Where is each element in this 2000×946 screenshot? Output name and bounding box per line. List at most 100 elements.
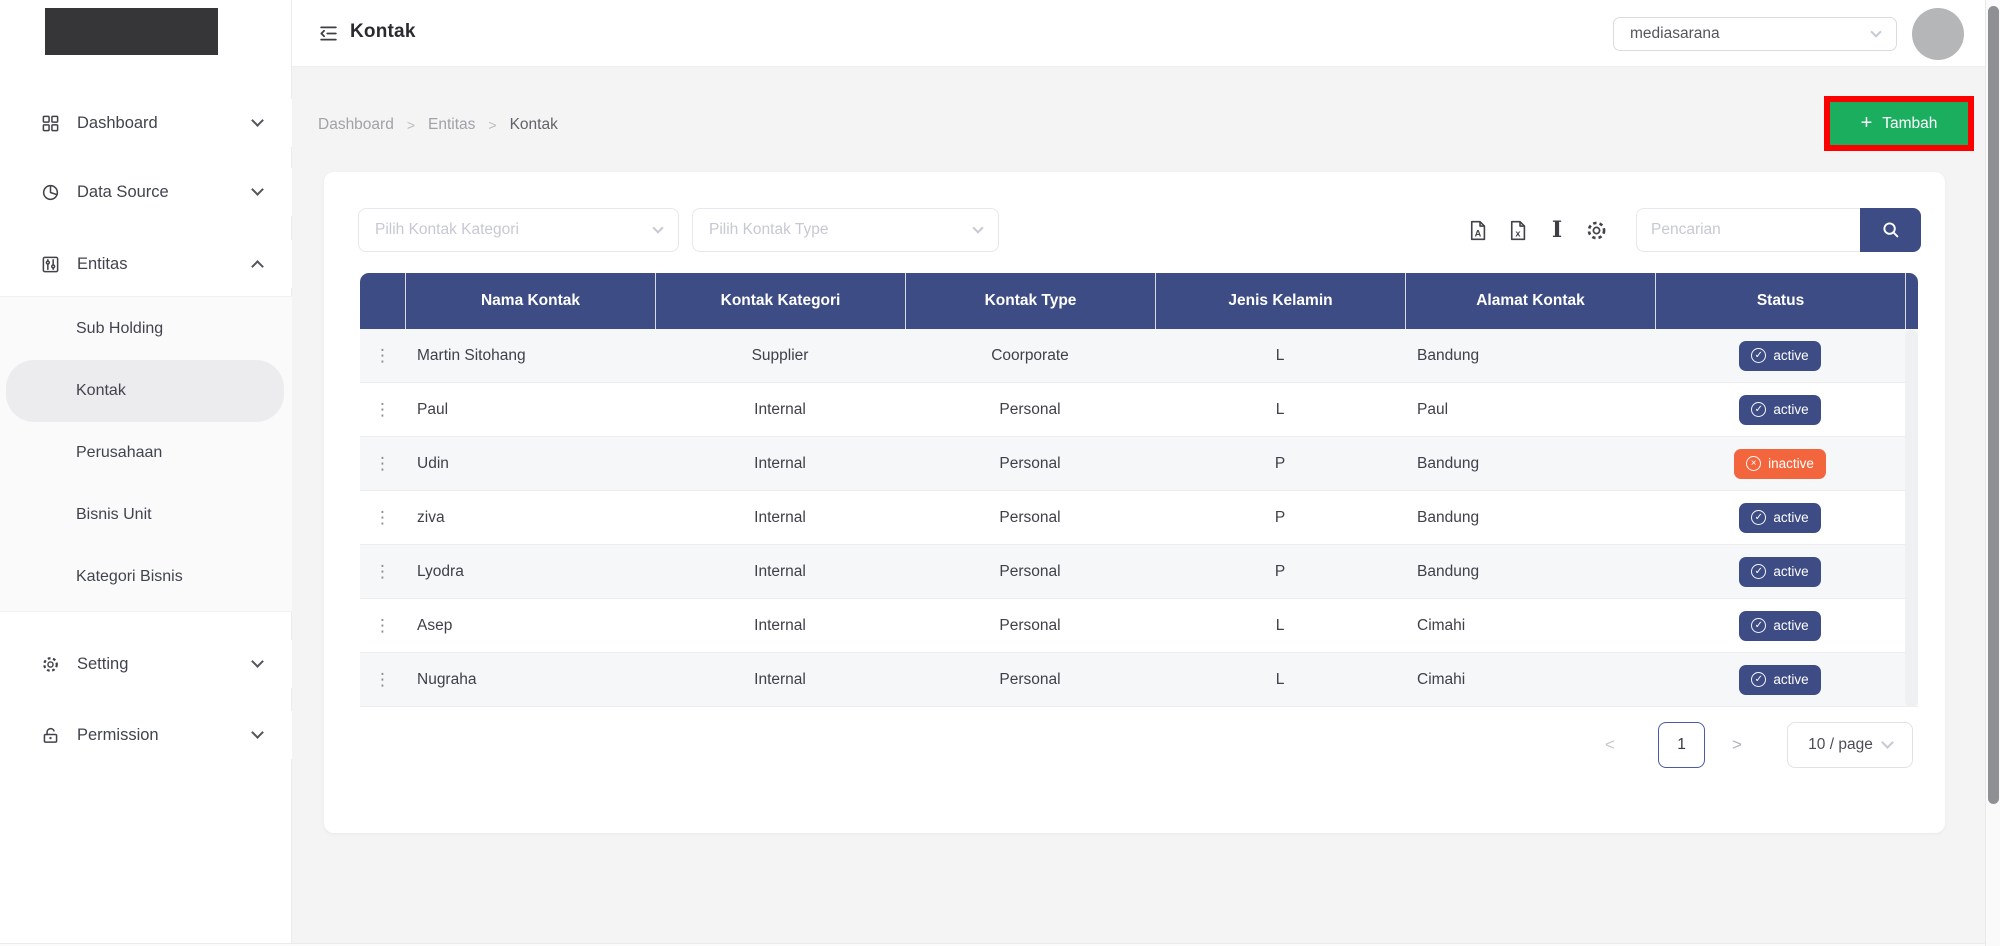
row-cell-name: ziva xyxy=(405,491,655,544)
row-cell-gender: L xyxy=(1155,329,1405,382)
row-cell-handle: ⋮ xyxy=(360,653,405,706)
status-badge: ✓ active xyxy=(1739,611,1820,641)
row-cell-name: Asep xyxy=(405,599,655,652)
file-excel-icon[interactable]: x xyxy=(1503,216,1531,244)
sidebar-item-label: Permission xyxy=(77,726,236,745)
status-badge-label: active xyxy=(1773,402,1808,417)
table-header-cell: Nama Kontak xyxy=(405,273,655,329)
pagination-page-1[interactable]: 1 xyxy=(1658,722,1705,768)
row-cell-gender: P xyxy=(1155,545,1405,598)
chevron-down-icon xyxy=(251,114,264,127)
main-area: Kontak mediasarana Dashboard>Entitas>Kon… xyxy=(292,0,2000,946)
row-cell-type: Personal xyxy=(905,653,1155,706)
row-cell-gender: P xyxy=(1155,491,1405,544)
status-badge-label: active xyxy=(1773,510,1808,525)
status-badge: ✓active xyxy=(1739,395,1820,425)
sidebar-subitem-bisnis-unit[interactable]: Bisnis Unit xyxy=(6,484,284,546)
pagination-page-size-select[interactable]: 10 / page xyxy=(1787,722,1913,768)
status-badge: ✓active xyxy=(1739,341,1820,371)
sidebar-item-dashboard[interactable]: Dashboard xyxy=(0,99,292,147)
row-cell-handle: ⋮ xyxy=(360,329,405,382)
filter-kontak-type-select[interactable]: Pilih Kontak Type xyxy=(692,208,999,252)
sidebar-subitem-perusahaan[interactable]: Perusahaan xyxy=(6,422,284,484)
file-pdf-icon[interactable]: A xyxy=(1463,216,1491,244)
sidebar: Dashboard Data Source Entitas Setting Permis… xyxy=(0,0,292,943)
drag-handle-icon[interactable]: ⋮ xyxy=(374,563,391,580)
app-logo xyxy=(45,8,218,55)
column-height-icon[interactable]: I xyxy=(1543,216,1571,244)
row-cell-alamat: Cimahi xyxy=(1405,653,1655,706)
pagination-prev-button[interactable]: < xyxy=(1595,722,1625,768)
chevron-down-icon xyxy=(1881,736,1894,749)
sidebar-submenu: Sub HoldingKontakPerusahaanBisnis UnitKa… xyxy=(0,296,292,612)
row-cell-name: Nugraha xyxy=(405,653,655,706)
row-cell-kategori: Internal xyxy=(655,545,905,598)
status-badge-label: active xyxy=(1773,348,1808,363)
table-row: ⋮PaulInternalPersonalLPaul✓active xyxy=(360,383,1918,437)
drag-handle-icon[interactable]: ⋮ xyxy=(374,455,391,472)
row-cell-gender: L xyxy=(1155,653,1405,706)
table-row: ⋮zivaInternalPersonalPBandung✓active xyxy=(360,491,1918,545)
workspace-select-value: mediasarana xyxy=(1630,25,1720,43)
sidebar-item-setting[interactable]: Setting xyxy=(0,640,292,688)
row-cell-kategori: Internal xyxy=(655,653,905,706)
row-cell-kategori: Internal xyxy=(655,491,905,544)
status-badge-label: active xyxy=(1773,618,1808,633)
table-header-cell: Kontak Type xyxy=(905,273,1155,329)
gear-icon[interactable] xyxy=(1582,216,1610,244)
sidebar-item-entitas[interactable]: Entitas xyxy=(0,240,292,288)
status-badge-label: active xyxy=(1773,672,1808,687)
row-cell-name: Paul xyxy=(405,383,655,436)
row-cell-kategori: Internal xyxy=(655,437,905,490)
window-scrollbar[interactable] xyxy=(1985,0,2000,946)
drag-handle-icon[interactable]: ⋮ xyxy=(374,509,391,526)
x-circle-icon: × xyxy=(1746,456,1761,471)
table-header-cell: Kontak Kategori xyxy=(655,273,905,329)
avatar[interactable] xyxy=(1912,8,1964,60)
drag-handle-icon[interactable]: ⋮ xyxy=(374,347,391,364)
search-button[interactable] xyxy=(1860,208,1921,252)
menu-fold-icon[interactable] xyxy=(318,23,339,44)
sidebar-subitem-kontak[interactable]: Kontak xyxy=(6,360,284,422)
drag-handle-icon[interactable]: ⋮ xyxy=(374,401,391,418)
sidebar-subitem-kategori-bisnis[interactable]: Kategori Bisnis xyxy=(6,546,284,608)
table-row: ⋮LyodraInternalPersonalPBandung✓active xyxy=(360,545,1918,599)
row-cell-handle: ⋮ xyxy=(360,545,405,598)
table-scrollbar-track[interactable] xyxy=(1905,330,1918,707)
workspace-select[interactable]: mediasarana xyxy=(1613,17,1897,51)
row-cell-kategori: Internal xyxy=(655,383,905,436)
dashboard-icon xyxy=(40,113,60,133)
breadcrumb-item-entitas[interactable]: Entitas xyxy=(428,116,475,134)
scrollbar-thumb[interactable] xyxy=(1988,6,1999,804)
row-cell-type: Personal xyxy=(905,599,1155,652)
row-cell-type: Personal xyxy=(905,491,1155,544)
row-cell-name: Martin Sitohang xyxy=(405,329,655,382)
breadcrumb-item-dashboard[interactable]: Dashboard xyxy=(318,116,394,134)
row-cell-type: Coorporate xyxy=(905,329,1155,382)
tambah-button[interactable]: + Tambah xyxy=(1830,102,1968,145)
tambah-button-label: Tambah xyxy=(1882,115,1937,133)
row-cell-alamat: Cimahi xyxy=(1405,599,1655,652)
filter-kontak-kategori-select[interactable]: Pilih Kontak Kategori xyxy=(358,208,679,252)
sidebar-subitem-sub-holding[interactable]: Sub Holding xyxy=(6,298,284,360)
kontak-table: Nama KontakKontak KategoriKontak TypeJen… xyxy=(360,273,1918,707)
row-cell-handle: ⋮ xyxy=(360,437,405,490)
sidebar-item-permission[interactable]: Permission xyxy=(0,711,292,759)
row-cell-name: Udin xyxy=(405,437,655,490)
table-row: ⋮NugrahaInternalPersonalLCimahi✓active xyxy=(360,653,1918,707)
annotation-highlight: + Tambah xyxy=(1824,96,1974,151)
row-cell-status: ×inactive xyxy=(1655,437,1905,490)
search-input[interactable] xyxy=(1636,208,1860,252)
sidebar-item-data-source[interactable]: Data Source xyxy=(0,168,292,216)
gear-icon xyxy=(40,654,60,674)
row-cell-status: ✓active xyxy=(1655,545,1905,598)
control-sliders-icon xyxy=(40,254,60,274)
row-cell-alamat: Bandung xyxy=(1405,545,1655,598)
pagination-next-button[interactable]: > xyxy=(1722,722,1752,768)
status-badge: ✓active xyxy=(1739,503,1820,533)
drag-handle-icon[interactable]: ⋮ xyxy=(374,617,391,634)
drag-handle-icon[interactable]: ⋮ xyxy=(374,671,391,688)
table-row: ⋮UdinInternalPersonalPBandung×inactive xyxy=(360,437,1918,491)
svg-text:x: x xyxy=(1515,228,1521,238)
check-circle-icon: ✓ xyxy=(1751,618,1766,633)
